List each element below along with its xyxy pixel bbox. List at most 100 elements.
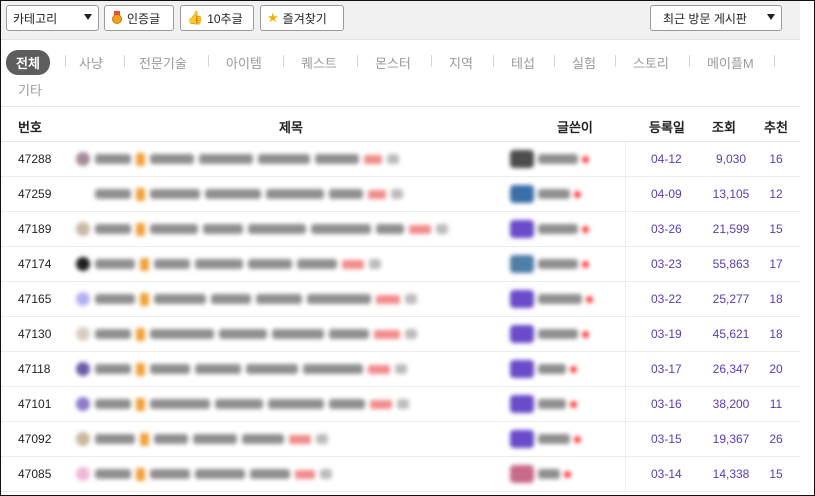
post-number: 47288 <box>18 152 52 166</box>
column-divider <box>625 176 626 211</box>
post-views: 13,105 <box>712 187 750 201</box>
tab-divider <box>65 55 66 67</box>
post-number: 47085 <box>18 467 52 481</box>
table-row[interactable]: 47174 03-23 55,863 17 <box>1 246 800 282</box>
post-title-blurred[interactable] <box>76 360 407 378</box>
tab-divider <box>554 55 555 67</box>
table-row[interactable]: 47101 03-16 38,200 11 <box>1 386 800 422</box>
table-row[interactable]: 47085 03-14 14,338 15 <box>1 456 800 492</box>
post-date: 04-12 <box>651 152 682 166</box>
scrollbar[interactable] <box>800 1 814 495</box>
chevron-down-icon <box>767 14 775 20</box>
column-divider <box>625 211 626 246</box>
post-number: 47092 <box>18 432 52 446</box>
tab-maple-m[interactable]: 메이플M <box>707 53 754 72</box>
post-author-blurred[interactable] <box>510 254 589 274</box>
post-date: 03-14 <box>651 467 682 481</box>
recent-boards-select[interactable]: 최근 방문 게시판 <box>650 5 782 31</box>
tab-experiments[interactable]: 실험 <box>572 53 596 72</box>
post-views: 9,030 <box>715 152 747 166</box>
tab-divider <box>774 55 775 67</box>
favorites-button[interactable]: ★ 즐겨찾기 <box>260 5 344 31</box>
post-title-blurred[interactable] <box>76 325 417 343</box>
post-author-blurred[interactable] <box>510 149 589 169</box>
post-title-blurred[interactable] <box>76 430 328 448</box>
post-number: 47118 <box>18 362 51 376</box>
post-author-blurred[interactable] <box>510 464 571 484</box>
tab-divider <box>124 55 125 67</box>
ten-recommend-button[interactable]: 👍 10추글 <box>180 5 254 31</box>
table-row[interactable]: 47288 04-12 9,030 16 <box>1 141 800 177</box>
table-row[interactable]: 47118 03-17 26,347 20 <box>1 351 800 387</box>
post-number: 47259 <box>18 187 52 201</box>
certified-posts-button[interactable]: 인증글 <box>104 5 174 31</box>
post-number: 47101 <box>18 397 52 411</box>
post-title-blurred[interactable] <box>76 395 409 413</box>
tab-quests[interactable]: 퀘스트 <box>301 53 337 72</box>
post-number: 47165 <box>18 292 52 306</box>
tab-items[interactable]: 아이템 <box>226 53 262 72</box>
tab-hunting[interactable]: 사냥 <box>79 53 103 72</box>
category-select[interactable]: 카테고리 <box>6 5 99 31</box>
ten-recommend-label: 10추글 <box>207 11 243 26</box>
post-title-blurred[interactable] <box>76 220 448 238</box>
post-date: 03-23 <box>651 257 682 271</box>
recent-boards-label: 최근 방문 게시판 <box>663 11 747 26</box>
post-date: 03-22 <box>651 292 682 306</box>
post-number: 47130 <box>18 327 52 341</box>
post-title-blurred[interactable] <box>76 255 381 273</box>
post-views: 55,863 <box>712 257 750 271</box>
post-author-blurred[interactable] <box>510 324 589 344</box>
tab-regions[interactable]: 지역 <box>449 53 473 72</box>
tab-test-server[interactable]: 테섭 <box>511 53 535 72</box>
post-author-blurred[interactable] <box>510 359 577 379</box>
post-title-blurred[interactable] <box>76 150 399 168</box>
post-date: 03-26 <box>651 222 682 236</box>
post-views: 38,200 <box>712 397 750 411</box>
table-header: 번호 제목 글쓴이 등록일 조회 추천 <box>1 106 800 142</box>
table-row[interactable]: 47165 03-22 25,277 18 <box>1 281 800 317</box>
tab-all[interactable]: 전체 <box>6 50 50 75</box>
tab-professional-skills[interactable]: 전문기술 <box>139 53 187 72</box>
favorites-label: 즐겨찾기 <box>282 11 327 26</box>
column-divider <box>625 316 626 351</box>
column-author: 글쓴이 <box>557 120 593 135</box>
tab-divider <box>208 55 209 67</box>
post-title-blurred[interactable] <box>76 465 332 483</box>
post-recommend: 18 <box>769 292 783 306</box>
post-views: 26,347 <box>712 362 750 376</box>
tab-divider <box>431 55 432 67</box>
column-recommend: 추천 <box>764 120 788 135</box>
table-row[interactable]: 47189 03-26 21,599 15 <box>1 211 800 247</box>
post-recommend: 15 <box>769 222 783 236</box>
post-number: 47174 <box>18 257 52 271</box>
tab-etc[interactable]: 기타 <box>18 80 42 99</box>
post-date: 04-09 <box>651 187 682 201</box>
tab-divider <box>615 55 616 67</box>
post-views: 21,599 <box>712 222 750 236</box>
post-title-blurred[interactable] <box>76 290 417 308</box>
star-icon: ★ <box>267 10 279 25</box>
post-author-blurred[interactable] <box>510 219 589 239</box>
post-author-blurred[interactable] <box>510 394 577 414</box>
tab-story[interactable]: 스토리 <box>633 53 669 72</box>
table-row[interactable]: 47130 03-19 45,621 18 <box>1 316 800 352</box>
column-divider <box>625 386 626 421</box>
column-divider <box>625 141 626 176</box>
post-recommend: 26 <box>769 432 783 446</box>
column-views: 조회 <box>712 120 736 135</box>
post-recommend: 17 <box>769 257 783 271</box>
post-recommend: 16 <box>769 152 783 166</box>
tab-divider <box>493 55 494 67</box>
post-author-blurred[interactable] <box>510 184 581 204</box>
table-row[interactable]: 47092 03-15 19,367 26 <box>1 421 800 457</box>
tab-divider <box>357 55 358 67</box>
category-select-label: 카테고리 <box>13 11 58 26</box>
post-author-blurred[interactable] <box>510 429 581 449</box>
tab-monsters[interactable]: 몬스터 <box>375 53 411 72</box>
post-title-blurred[interactable] <box>76 185 403 203</box>
medal-icon <box>111 11 123 25</box>
column-date: 등록일 <box>649 120 685 135</box>
table-row[interactable]: 47259 04-09 13,105 12 <box>1 176 800 212</box>
post-author-blurred[interactable] <box>510 289 593 309</box>
